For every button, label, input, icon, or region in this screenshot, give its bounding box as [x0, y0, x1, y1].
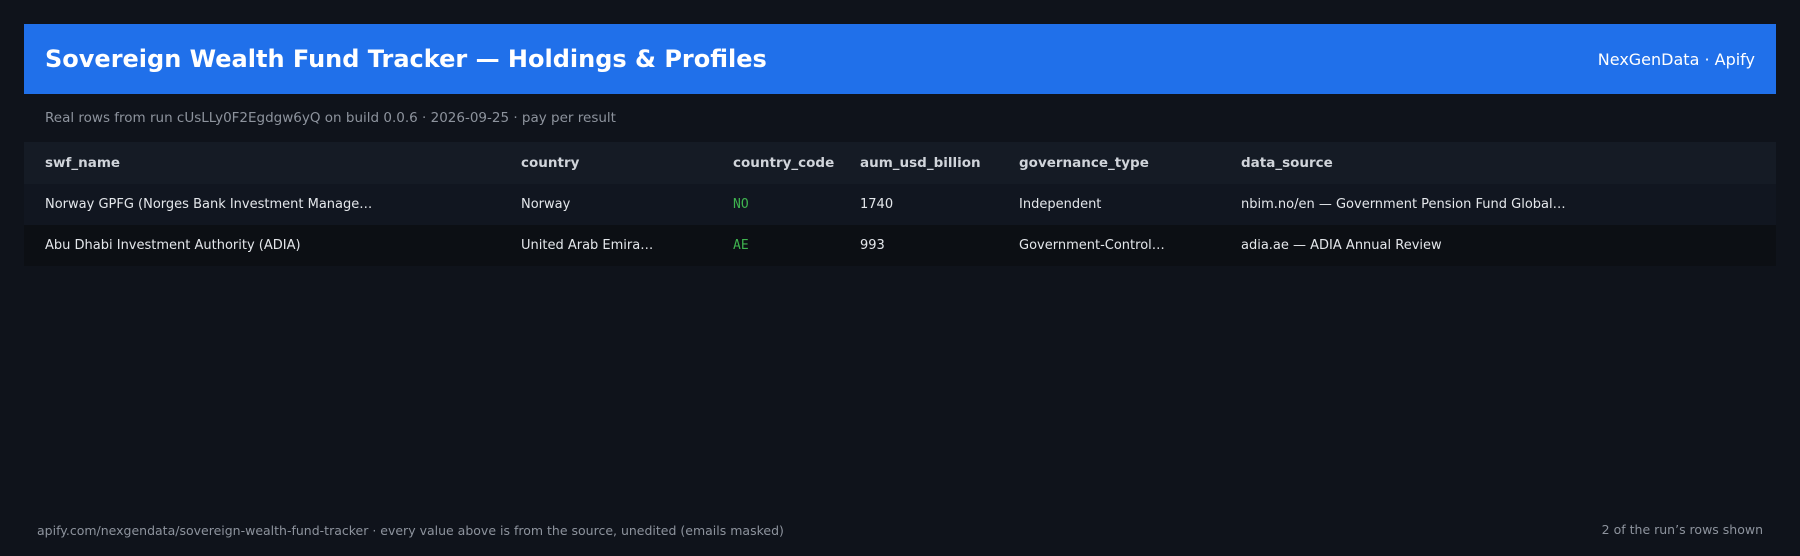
column-header-country-code: country_code	[733, 155, 835, 171]
table-row: Abu Dhabi Investment Authority (ADIA) Un…	[24, 225, 1776, 266]
results-table: swf_name country country_code aum_usd_bi…	[24, 142, 1776, 266]
cell-country-code: AE	[733, 238, 749, 253]
cell-country: Norway	[521, 197, 571, 212]
cell-governance: Government-Control…	[1019, 238, 1165, 253]
run-info-subtitle: Real rows from run cUsLLy0F2Egdgw6yQ on …	[45, 110, 616, 126]
table-header-row: swf_name country country_code aum_usd_bi…	[24, 142, 1776, 184]
cell-country: United Arab Emira…	[521, 238, 654, 253]
cell-data-source: nbim.no/en — Government Pension Fund Glo…	[1241, 197, 1566, 212]
cell-governance: Independent	[1019, 197, 1102, 212]
cell-data-source: adia.ae — ADIA Annual Review	[1241, 238, 1442, 253]
brand-label: NexGenData · Apify	[1597, 49, 1755, 69]
column-header-governance: governance_type	[1019, 155, 1149, 171]
footer-source-note: apify.com/nexgendata/sovereign-wealth-fu…	[37, 523, 784, 538]
column-header-country: country	[521, 155, 580, 171]
column-header-swf-name: swf_name	[45, 155, 121, 171]
header-bar: Sovereign Wealth Fund Tracker — Holdings…	[24, 24, 1776, 94]
column-header-data-source: data_source	[1241, 155, 1333, 171]
page: Sovereign Wealth Fund Tracker — Holdings…	[0, 0, 1800, 556]
cell-swf-name: Norway GPFG (Norges Bank Investment Mana…	[45, 197, 373, 212]
column-header-aum: aum_usd_billion	[860, 155, 981, 171]
table-row: Norway GPFG (Norges Bank Investment Mana…	[24, 184, 1776, 225]
cell-swf-name: Abu Dhabi Investment Authority (ADIA)	[45, 238, 301, 253]
footer-row-count: 2 of the run’s rows shown	[1601, 522, 1763, 537]
cell-country-code: NO	[733, 197, 749, 212]
cell-aum: 993	[860, 238, 885, 253]
cell-aum: 1740	[860, 197, 894, 212]
page-title: Sovereign Wealth Fund Tracker — Holdings…	[45, 45, 767, 73]
